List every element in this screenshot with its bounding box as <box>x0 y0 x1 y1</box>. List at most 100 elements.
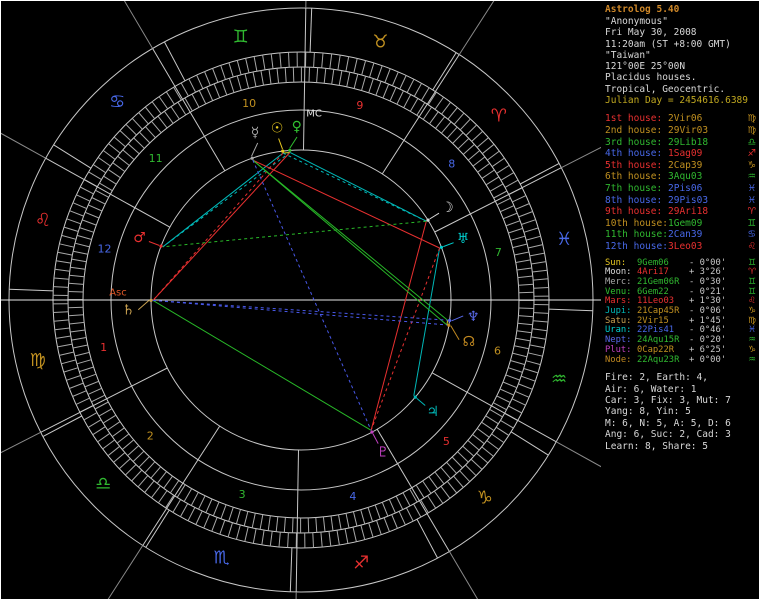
planet-row: Node: 22Aqu23R + 0°00' ♒ <box>605 354 756 366</box>
planet-glyph-venus: ♀ <box>292 119 302 135</box>
sign-glyph: ♐ <box>747 148 756 160</box>
house-label: 7th house: <box>605 182 663 194</box>
planet-position: 22Aqu23R <box>637 354 680 365</box>
sign-glyph-libra: ♎ <box>95 473 111 494</box>
house-label: 10th house: <box>605 217 668 229</box>
sign-glyph-aries: ♈ <box>491 106 507 127</box>
planet-marker-pluto <box>370 430 374 434</box>
info-panel: Astrolog 5.40 "Anonymous" Fri May 30, 200… <box>601 1 759 599</box>
house-number-7: 7 <box>495 246 502 259</box>
planet-marker-sun <box>281 149 285 153</box>
house-number-2: 2 <box>147 430 154 443</box>
sign-glyph-scorpio: ♏ <box>214 548 230 569</box>
house-cusp-value: 2Cap39 <box>668 159 703 171</box>
house-row: 12th house: 3Leo03 ♌ <box>605 241 756 253</box>
aspect-lines <box>152 151 449 431</box>
info-line: Fri May 30, 2008 <box>605 27 697 39</box>
house-number-1: 1 <box>100 341 107 354</box>
house-cusp-value: 2Can39 <box>668 229 703 241</box>
info-line: "Anonymous" <box>605 16 668 27</box>
sign-glyph: ♓ <box>747 182 756 194</box>
house-cusp-value: 3Leo03 <box>668 240 703 252</box>
angle-labels: Asc MC <box>109 109 322 299</box>
aspect-opp-saturn-neptune <box>152 299 448 321</box>
planet-glyph-moon: ☽ <box>441 200 454 216</box>
info-line: 11:20am (ST +8:00 GMT) <box>605 38 731 50</box>
planet-glyph-pluto: ♇ <box>377 444 390 460</box>
stat-line: Fire: 2, Earth: 4, <box>605 372 708 384</box>
planet-marker-mars <box>159 244 163 248</box>
planet-marker-uranus <box>439 245 443 249</box>
planet-marker-moon <box>426 218 430 222</box>
aspect-con-neptune-node <box>446 320 449 326</box>
planet-glyph-node: ☊ <box>463 334 475 350</box>
sign-glyph-gemini: ♊ <box>233 26 249 47</box>
house-row: 10th house: 1Gem09 ♊ <box>605 218 756 230</box>
house-number-12: 12 <box>98 243 112 256</box>
house-row: 7th house: 2Pis06 ♓ <box>605 183 756 195</box>
planet-glyph-mars: ♂ <box>133 230 146 246</box>
sign-glyph-cancer: ♋ <box>109 92 125 113</box>
planet-label: Node: <box>605 354 632 365</box>
stat-line: M: 6, N: 5, A: 5, D: 6 <box>605 417 731 429</box>
house-label: 4th house: <box>605 148 663 160</box>
house-number-4: 4 <box>349 490 356 503</box>
midheaven-label: MC <box>306 109 322 120</box>
sign-glyph: ♈ <box>747 206 756 218</box>
house-number-3: 3 <box>239 488 246 501</box>
aspect-squ-mercury-uranus <box>252 159 440 249</box>
ascendant-label: Asc <box>109 288 127 299</box>
house-cusp-list: 1st house: 2Vir06 ♍ 2nd house: 29Vir03 ♍ 3rd h… <box>605 113 756 252</box>
info-line: "Taiwan" <box>605 49 651 61</box>
planet-glyphs: ☉ ☽ ☿ ♀ ♂ ♃ ♄ ♅ ♆ ♇ ☊ <box>122 119 479 460</box>
sign-glyph: ♓ <box>747 194 756 206</box>
sign-glyph-sagittarius: ♐ <box>353 553 369 574</box>
aspect-tri-saturn-pluto <box>152 299 372 431</box>
house-number-9: 9 <box>356 99 363 112</box>
aspect-sex-jupiter-uranus <box>413 247 441 396</box>
house-label: 3rd house: <box>605 136 663 148</box>
sign-glyph: ♑ <box>747 159 756 171</box>
house-cusp-value: 29Vir03 <box>668 124 709 136</box>
house-number-10: 10 <box>242 97 256 110</box>
sign-glyph: ♊ <box>747 217 756 229</box>
sign-glyph: ♎ <box>747 136 756 148</box>
house-number-5: 5 <box>443 435 450 448</box>
planet-glyph-neptune: ♆ <box>467 309 480 325</box>
info-line: Tropical, Geocentric. <box>605 83 726 95</box>
house-row: 9th house: 29Ari18 ♈ <box>605 206 756 218</box>
house-label: 1st house: <box>605 113 663 125</box>
planet-glyph-uranus: ♅ <box>457 231 470 247</box>
planet-glyph-saturn: ♄ <box>122 302 135 318</box>
house-label: 9th house: <box>605 206 663 218</box>
sign-glyph-virgo: ♍ <box>30 350 46 371</box>
house-cusp-value: 29Ari18 <box>668 206 709 218</box>
house-row: 1st house: 2Vir06 ♍ <box>605 113 756 125</box>
sign-glyph-leo: ♌ <box>35 210 51 231</box>
house-row: 2nd house: 29Vir03 ♍ <box>605 125 756 137</box>
astrolog-window: ♈ ♉ ♊ ♋ ♌ ♍ ♎ ♏ ♐ ♑ ♒ ♓ 1 2 3 4 5 6 7 8 9 10 11 12 Asc MC ☉ ☽ ☿ ♀ ♂ ♃ ♄ ♅… <box>0 0 760 600</box>
sign-glyph-taurus: ♉ <box>372 31 388 52</box>
sign-glyph: ♋ <box>747 229 756 241</box>
house-number-11: 11 <box>149 152 163 165</box>
sign-glyph-pisces: ♓ <box>556 229 572 250</box>
planet-marker-venus <box>288 148 292 152</box>
planet-glyph-jupiter: ♃ <box>427 404 440 420</box>
natal-chart-wheel: ♈♉♊♋♌♍♎♏ ♐♑♒♓123 456789101112AscMC☉☽☿ ♀♂♃♄♅… <box>1 1 731 599</box>
sign-glyph: ♒ <box>747 171 756 183</box>
house-cusp-value: 2Pis06 <box>668 182 703 194</box>
planet-marker-neptune <box>448 318 452 323</box>
aspect-tri-moon-mars <box>162 220 427 248</box>
aspect-opp-saturn-node <box>152 299 447 326</box>
aspect-sex-sun-moon <box>282 152 427 222</box>
house-label: 12th house: <box>605 240 668 252</box>
house-row: 8th house: 29Pis03 ♓ <box>605 195 756 207</box>
house-row: 3rd house: 29Lib18 ♎ <box>605 137 756 149</box>
house-row: 4th house: 1Sag09 ♐ <box>605 148 756 160</box>
stat-line: Learn: 8, Share: 5 <box>605 440 708 452</box>
info-line: 121°00E 25°00N <box>605 61 686 73</box>
house-cusp-value: 29Lib18 <box>668 136 709 148</box>
aspect-opp-mercury-pluto <box>252 159 372 431</box>
house-number-8: 8 <box>448 158 455 171</box>
house-cusp-value: 1Gem09 <box>668 217 703 229</box>
